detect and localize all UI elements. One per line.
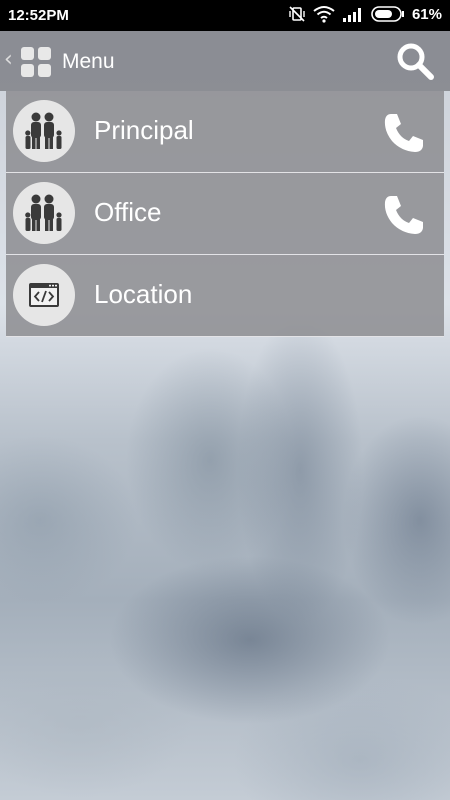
status-time: 12:52PM: [8, 7, 69, 24]
app-screen: 12:52PM 61% ‹ Menu Principal Office Loca…: [0, 0, 450, 800]
code-window-icon: [29, 283, 59, 307]
signal-icon: [342, 8, 361, 22]
avatar: [13, 182, 75, 244]
avatar: [13, 100, 75, 162]
phone-icon[interactable]: [382, 111, 426, 155]
app-header: ‹ Menu: [0, 31, 450, 91]
list-item-label: Location: [94, 279, 193, 309]
list-item-label: Principal: [94, 115, 194, 145]
list-item-location[interactable]: Location: [6, 255, 444, 337]
status-bar: 12:52PM 61%: [0, 0, 450, 31]
avatar: [13, 264, 75, 326]
battery-icon: [371, 6, 404, 22]
wifi-icon: [313, 6, 335, 23]
grid-icon[interactable]: [20, 46, 52, 78]
chevron-left-icon[interactable]: ‹: [4, 47, 13, 72]
list-item-office[interactable]: Office: [6, 173, 444, 255]
list-item-label: Office: [94, 197, 162, 227]
phone-icon[interactable]: [382, 193, 426, 237]
vibrate-off-icon: [289, 6, 305, 22]
battery-percent: 61%: [411, 5, 442, 23]
list-item-principal[interactable]: Principal: [6, 91, 444, 173]
family-icon: [25, 194, 62, 231]
menu-list: Principal Office Location: [6, 91, 444, 337]
family-icon: [25, 112, 62, 149]
page-title: Menu: [62, 50, 115, 73]
search-icon[interactable]: [394, 41, 436, 83]
status-icons: 61%: [288, 5, 442, 23]
